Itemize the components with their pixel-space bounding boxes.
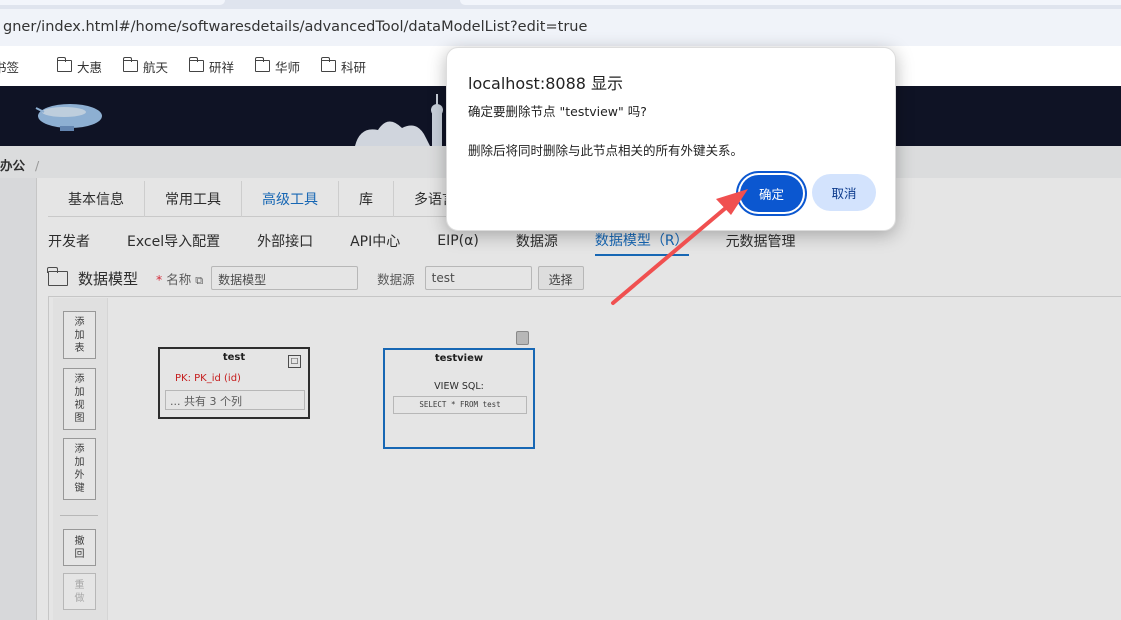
bookmark-label: 航天 xyxy=(143,59,169,75)
folder-icon xyxy=(188,57,204,72)
dialog-title: localhost:8088 显示 xyxy=(468,74,624,93)
bookmark-item[interactable]: 航天 xyxy=(122,56,169,76)
bookmark-item[interactable]: 华师 xyxy=(254,56,301,76)
bookmark-label: 科研 xyxy=(341,59,367,75)
bookmark-item[interactable]: 书签 xyxy=(0,56,19,76)
bookmark-label: 书签 xyxy=(0,59,20,75)
folder-icon xyxy=(56,57,72,72)
folder-icon xyxy=(254,57,270,72)
bookmark-item[interactable]: 研祥 xyxy=(188,56,235,76)
browser-tab[interactable] xyxy=(0,0,225,5)
bookmark-label: 大惠 xyxy=(77,59,103,75)
confirm-button[interactable]: 确定 xyxy=(740,175,803,212)
bookmark-label: 华师 xyxy=(275,59,301,75)
cancel-button[interactable]: 取消 xyxy=(812,174,876,211)
bookmark-item[interactable]: 大惠 xyxy=(56,56,103,76)
folder-icon xyxy=(320,57,336,72)
browser-tab[interactable] xyxy=(460,0,1121,5)
url-text[interactable]: gner/index.html#/home/softwaresdetails/a… xyxy=(3,19,587,35)
folder-icon xyxy=(122,57,138,72)
confirm-dialog: localhost:8088 显示 确定要删除节点 "testview" 吗? … xyxy=(446,47,896,231)
bookmark-item[interactable]: 科研 xyxy=(320,56,367,76)
dialog-message: 确定要删除节点 "testview" 吗? xyxy=(468,104,647,119)
bookmark-label: 研祥 xyxy=(209,59,235,75)
dialog-detail: 删除后将同时删除与此节点相关的所有外键关系。 xyxy=(468,143,744,158)
